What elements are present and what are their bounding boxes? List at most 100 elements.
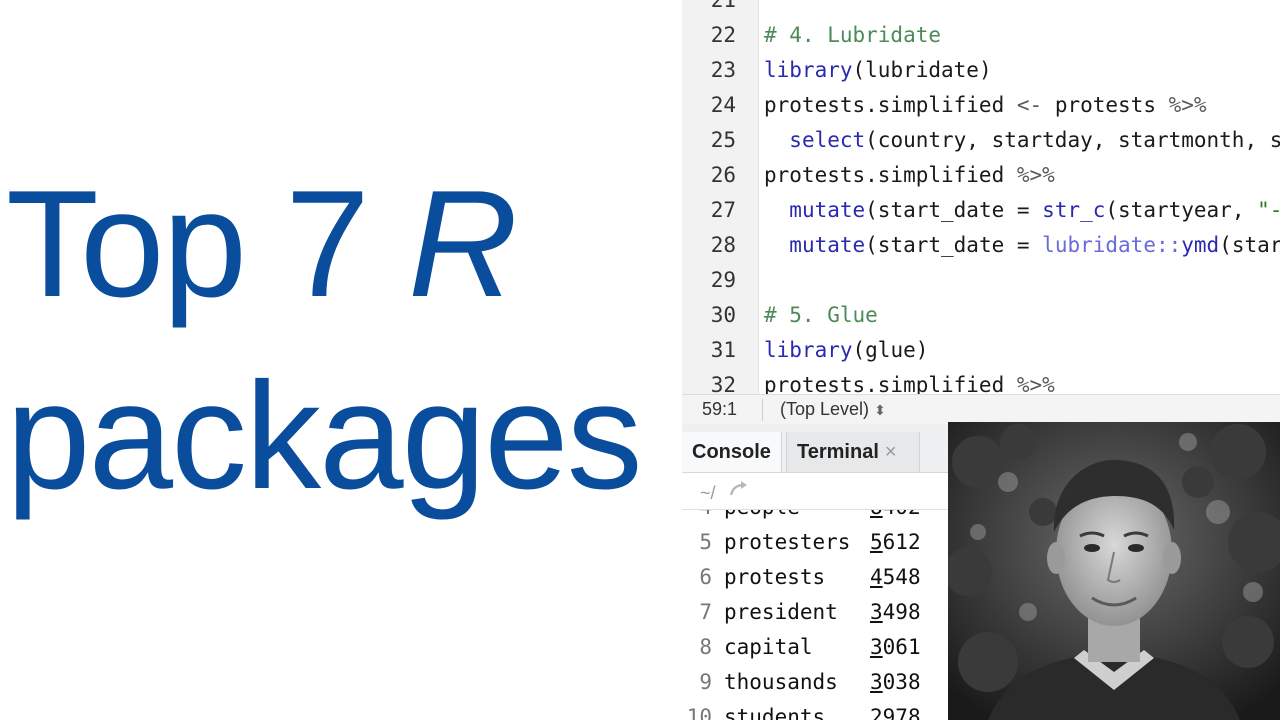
code-line[interactable]: 22 # 4. Lubridate [682, 18, 1280, 53]
code-token: <- [1016, 93, 1043, 117]
code-line[interactable]: 28 mutate(start_date = lubridate::ymd(st… [682, 228, 1280, 263]
title-line-2: packages [6, 351, 643, 521]
code-token: library [764, 338, 853, 362]
code-line[interactable]: 24 protests.simplified <- protests %>% [682, 88, 1280, 123]
console-row: 4 people 8402 [682, 510, 948, 525]
code-text: protests.simplified <- protests %>% [764, 88, 1207, 123]
working-directory-bar: ~/ [682, 473, 948, 510]
row-count-rest: 548 [882, 565, 921, 589]
row-index: 4 [682, 510, 712, 525]
code-token: (startyear, [1105, 198, 1258, 222]
console-output[interactable]: 4people84025protesters56126protests45487… [682, 510, 948, 720]
console-tabs: Console Terminal × [682, 424, 948, 473]
code-token: lubridate:: [1042, 233, 1182, 257]
code-token: (lubridate) [852, 58, 992, 82]
code-token: # 4. Lubridate [764, 23, 942, 47]
row-count: 3038 [870, 665, 921, 700]
row-count: 4548 [870, 560, 921, 595]
code-line[interactable]: 21 [682, 0, 1280, 18]
code-line[interactable]: 32 protests.simplified %>% [682, 368, 1280, 394]
console-row: 5 protesters 5612 [682, 525, 948, 560]
thumbnail-title: Top 7 R packages [0, 0, 680, 720]
row-word: thousands [724, 670, 838, 694]
row-index: 8 [699, 635, 712, 659]
go-to-directory-icon[interactable] [728, 479, 750, 499]
line-number: 28 [710, 233, 736, 257]
working-directory: ~/ [700, 483, 716, 503]
tab-console[interactable]: Console [682, 432, 782, 472]
code-token: protests.simplified [764, 163, 1017, 187]
row-word: people [724, 510, 800, 525]
row-count-rest: 498 [882, 600, 921, 624]
line-number: 32 [710, 373, 736, 394]
code-text: library(lubridate) [764, 53, 992, 88]
code-text: library(glue) [764, 333, 928, 368]
line-number: 26 [710, 163, 736, 187]
row-word: capital [724, 635, 813, 659]
code-token: mutate [789, 233, 866, 257]
row-count-lead: 5 [870, 530, 883, 554]
code-token: (start_date = [865, 198, 1043, 222]
line-number: 25 [710, 128, 736, 152]
row-word: president [724, 600, 838, 624]
line-number: 31 [710, 338, 736, 362]
console-row: 9 thousands 3038 [682, 665, 948, 700]
code-text: mutate(start_date = str_c(startyear, "-" [764, 193, 1280, 228]
code-line[interactable]: 31 library(glue) [682, 333, 1280, 368]
code-text: protests.simplified %>% [764, 368, 1055, 394]
updown-arrow-icon: ⬍ [874, 402, 886, 418]
code-token: protests.simplified [764, 93, 1017, 117]
code-line[interactable]: 29 [682, 263, 1280, 298]
code-token: mutate [789, 198, 866, 222]
line-number: 30 [710, 303, 736, 327]
line-number: 29 [710, 268, 736, 292]
row-count-rest: 038 [882, 670, 921, 694]
code-line[interactable]: 25 select(country, startday, startmonth,… [682, 123, 1280, 158]
line-number: 21 [710, 0, 736, 12]
code-line[interactable]: 27 mutate(start_date = str_c(startyear, … [682, 193, 1280, 228]
code-editor[interactable]: 21 22 # 4. Lubridate 23 library(lubridate) 24… [682, 0, 1280, 394]
console-row: 6 protests 4548 [682, 560, 948, 595]
row-count: 3061 [870, 630, 921, 665]
row-count-lead: 2 [870, 705, 883, 720]
row-index: 5 [699, 530, 712, 554]
row-count-rest: 061 [882, 635, 921, 659]
code-line[interactable]: 23 library(lubridate) [682, 53, 1280, 88]
code-text: mutate(start_date = lubridate::ymd(start… [764, 228, 1280, 263]
close-icon[interactable]: × [885, 441, 897, 463]
console-row: 10 students 2978 [682, 700, 948, 720]
title-r-letter: R [408, 159, 518, 329]
code-text: protests.simplified %>% [764, 158, 1055, 193]
row-index: 6 [699, 565, 712, 589]
tab-terminal[interactable]: Terminal × [786, 432, 920, 472]
scope-selector[interactable]: (Top Level) ⬍ [780, 399, 886, 420]
console-row: 8 capital 3061 [682, 630, 948, 665]
row-count-rest: 402 [883, 510, 921, 519]
status-divider [762, 399, 763, 421]
code-line[interactable]: 30 # 5. Glue [682, 298, 1280, 333]
title-top-7: Top 7 [6, 159, 409, 329]
cursor-position: 59:1 [702, 399, 738, 419]
code-token: library [764, 58, 853, 82]
scope-label: (Top Level) [780, 399, 870, 419]
code-token: (start_date = [865, 233, 1043, 257]
code-text: select(country, startday, startmonth, st… [764, 123, 1280, 158]
code-line[interactable]: 26 protests.simplified %>% [682, 158, 1280, 193]
console-row: 7 president 3498 [682, 595, 948, 630]
row-count: 2978 [870, 700, 921, 720]
row-count: 8402 [870, 510, 921, 525]
code-token: %>% [1016, 163, 1055, 187]
row-word: students [724, 705, 826, 720]
code-token: %>% [1016, 373, 1055, 394]
row-index: 9 [699, 670, 712, 694]
row-index: 10 [686, 705, 712, 720]
row-count-lead: 8 [870, 510, 883, 519]
title-line-1: Top 7 R [6, 168, 518, 320]
row-count-lead: 3 [870, 670, 883, 694]
code-token: (start_ [1219, 233, 1280, 257]
row-count: 3498 [870, 595, 921, 630]
code-token: # 5. Glue [764, 303, 878, 327]
code-token: "-" [1257, 198, 1280, 222]
